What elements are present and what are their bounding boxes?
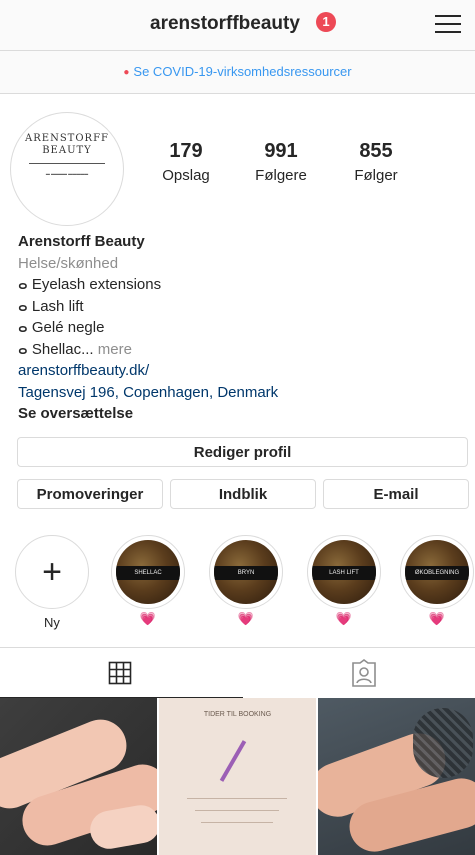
stat-following-value: 855 [359, 140, 393, 162]
heart-icon: 💗 [237, 611, 255, 626]
heart-icon: 💗 [139, 611, 157, 626]
post-thumbnail-1[interactable] [0, 698, 157, 855]
promotions-button[interactable]: Promoveringer [17, 479, 163, 509]
posts-grid: TIDER TIL BOOKING [0, 698, 475, 855]
hamburger-icon[interactable] [435, 13, 461, 35]
top-bar: arenstorffbeauty 1 [0, 0, 475, 51]
plus-icon: + [42, 553, 62, 591]
tab-tagged[interactable] [238, 648, 475, 698]
stat-followers[interactable]: 991 Følgere [236, 140, 326, 184]
bio-line-1: ⴰ Eyelash extensions [18, 274, 458, 296]
stat-posts-label: Opslag [162, 167, 210, 184]
stat-following[interactable]: 855 Følger [331, 140, 421, 184]
covid-dot-icon: ● [123, 66, 130, 78]
bio-line-2: ⴰ Lash lift [18, 296, 458, 318]
bio-line-text: Lash lift [31, 297, 84, 315]
bio-line-4: ⴰ Shellac... mere [18, 339, 458, 361]
stat-following-label: Følger [354, 167, 398, 184]
lash-glyph-icon: ⴰ [18, 319, 28, 336]
highlight-cover-label: BRYN [214, 566, 278, 580]
highlight-cover-label: SHELLAC [116, 566, 180, 580]
profile-avatar[interactable]: ARENSTORFF BEAUTY ▬ ▬▬▬▬ ▬▬▬▬▬ [10, 112, 124, 226]
profile-category: Helse/skønhed [18, 254, 119, 272]
highlight-circle[interactable]: LASH LIFT [307, 535, 381, 609]
lash-glyph-icon: ⴰ [18, 276, 28, 293]
stat-posts-value: 179 [169, 140, 203, 162]
lash-glyph-icon: ⴰ [18, 340, 28, 358]
highlight-cover: LASH LIFT [312, 540, 376, 604]
profile-bio: Arenstorff Beauty Helse/skønhed ⴰ Eyelas… [18, 231, 458, 425]
grid-icon [108, 661, 132, 685]
notification-badge[interactable]: 1 [316, 12, 336, 32]
address-link[interactable]: Tagensvej 196, Copenhagen, Denmark [18, 382, 458, 404]
avatar-logo-subline: ▬ ▬▬▬▬ ▬▬▬▬▬ [45, 171, 89, 176]
website-link[interactable]: arenstorffbeauty.dk/ [18, 360, 458, 382]
highlight-cover: ØKOBLEGNING [405, 540, 469, 604]
tagged-person-icon [352, 659, 376, 687]
covid-banner[interactable]: ● Se COVID-19-virksomhedsressourcer [0, 51, 475, 94]
highlight-okoblegning[interactable]: ØKOBLEGNING 💗 [399, 535, 475, 627]
bio-line-3: ⴰ Gelé negle [18, 317, 458, 339]
bio-line-text: Eyelash extensions [31, 276, 162, 293]
avatar-logo-line-2: BEAUTY [42, 145, 92, 156]
tab-grid[interactable] [0, 648, 243, 698]
highlight-bryn[interactable]: BRYN 💗 [208, 535, 284, 627]
profile-name: Arenstorff Beauty [18, 233, 145, 250]
post-thumbnail-2[interactable]: TIDER TIL BOOKING [159, 698, 316, 855]
avatar-logo-text: ARENSTORFF BEAUTY [11, 133, 123, 157]
bio-line-text: Shellac... [31, 340, 94, 358]
profile-username[interactable]: arenstorffbeauty [150, 13, 300, 35]
bio-line-text: Gelé negle [31, 319, 105, 336]
highlight-circle[interactable]: ØKOBLEGNING [400, 535, 474, 609]
bio-more-link[interactable]: mere [98, 341, 132, 358]
covid-banner-text[interactable]: Se COVID-19-virksomhedsressourcer [133, 64, 351, 79]
highlight-cover: SHELLAC [116, 540, 180, 604]
heart-icon: 💗 [428, 611, 446, 626]
stat-posts[interactable]: 179 Opslag [141, 140, 231, 184]
email-button[interactable]: E-mail [323, 479, 469, 509]
highlight-cover: BRYN [214, 540, 278, 604]
edit-profile-button[interactable]: Rediger profil [17, 437, 468, 467]
heart-icon: 💗 [335, 611, 353, 626]
highlight-circle[interactable]: SHELLAC [111, 535, 185, 609]
new-highlight-label: Ny [44, 615, 60, 630]
translate-link[interactable]: Se oversættelse [18, 403, 458, 425]
highlight-cover-label: LASH LIFT [312, 566, 376, 580]
lash-glyph-icon: ⴰ [18, 297, 28, 315]
stat-followers-value: 991 [264, 140, 298, 162]
highlight-cover-label: ØKOBLEGNING [405, 566, 469, 580]
post-thumbnail-3[interactable] [318, 698, 475, 855]
avatar-logo-rule [29, 163, 105, 164]
highlight-new[interactable]: + Ny [14, 535, 90, 630]
post-2-title: TIDER TIL BOOKING [203, 711, 272, 718]
avatar-logo-line-1: ARENSTORFF [25, 133, 109, 144]
stat-followers-label: Følgere [255, 167, 307, 184]
insights-button[interactable]: Indblik [170, 479, 316, 509]
profile-tabs [0, 647, 475, 698]
highlight-circle[interactable]: BRYN [209, 535, 283, 609]
highlight-lash-lift[interactable]: LASH LIFT 💗 [306, 535, 382, 627]
new-highlight-circle[interactable]: + [15, 535, 89, 609]
highlight-shellac[interactable]: SHELLAC 💗 [110, 535, 186, 627]
